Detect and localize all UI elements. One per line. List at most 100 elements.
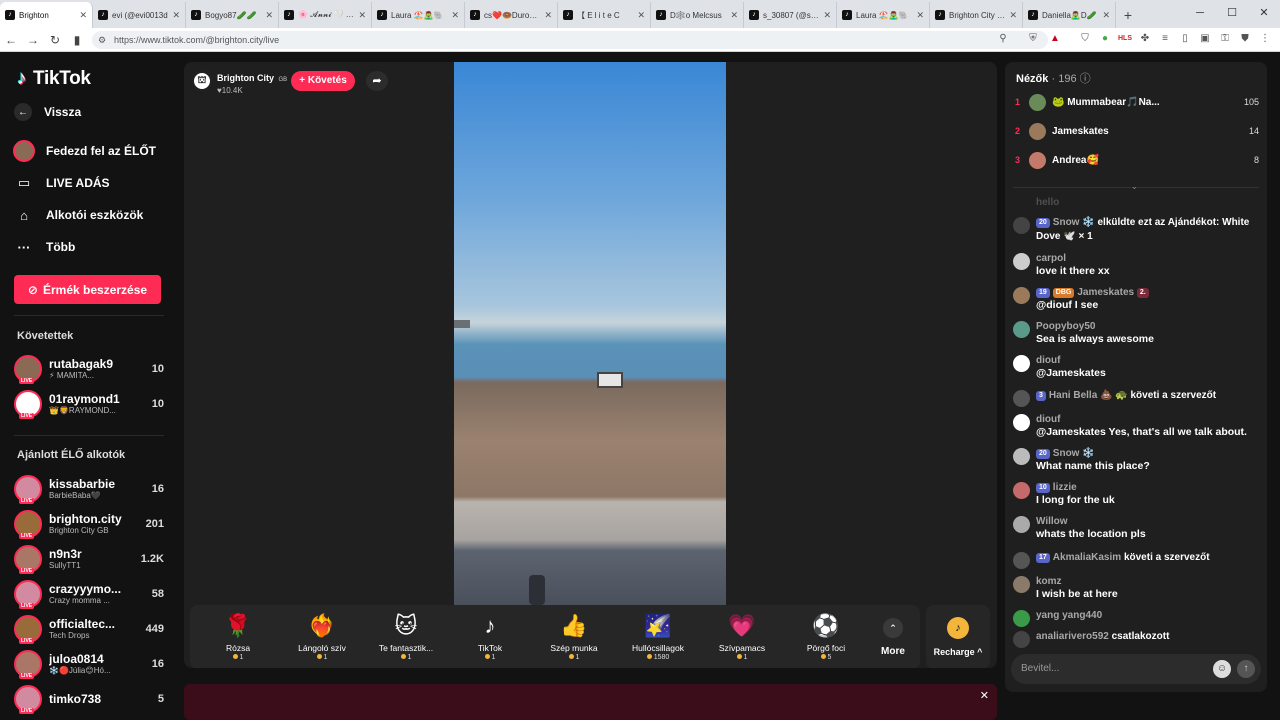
avatar[interactable] <box>1013 287 1030 304</box>
avatar[interactable] <box>1013 253 1030 270</box>
top-viewer-row[interactable]: 3 Andrea🥰 8 <box>1015 151 1259 169</box>
sidebar-account[interactable]: LIVE n9n3r SullyTT1 1.2K <box>14 543 164 575</box>
gift-item[interactable]: 🌠 Hullócsillagok 1580 <box>616 608 700 666</box>
sidebar-account[interactable]: LIVE juloa0814 ❄️🔴Júlia😊Hó... 16 <box>14 648 164 680</box>
chat-username[interactable]: lizzie <box>1053 482 1077 493</box>
extension-color-icon[interactable]: ● <box>1098 32 1112 46</box>
chat-username[interactable]: Hani Bella 💩 🐢 <box>1049 390 1128 401</box>
browser-tab[interactable]: ♪ Daniella🧟‍♂️D🥒 ✕ <box>1023 2 1116 28</box>
avatar[interactable] <box>1013 610 1030 627</box>
close-tab-icon[interactable]: ✕ <box>544 10 552 21</box>
chat-input[interactable]: Bevitel... ☺ ↑ <box>1011 654 1261 684</box>
close-tab-icon[interactable]: ✕ <box>79 10 87 21</box>
menu-icon[interactable]: ⋮ <box>1258 32 1272 46</box>
chat-username[interactable]: diouf <box>1036 355 1060 366</box>
hls-extension-icon[interactable]: HLS <box>1118 32 1132 46</box>
sidebar-account[interactable]: LIVE brighton.city Brighton City GB 201 <box>14 508 164 540</box>
sidebar-toggle-icon[interactable]: ▯ <box>1178 32 1192 46</box>
back-button[interactable]: ← Vissza <box>14 98 81 126</box>
browser-tab[interactable]: ♪ Brighton City oa ✕ <box>930 2 1023 28</box>
close-window-button[interactable]: ✕ <box>1248 0 1280 26</box>
chat-username[interactable]: Poopyboy50 <box>1036 321 1095 332</box>
gift-item[interactable]: ⚽ Pörgő foci 5 <box>784 608 868 666</box>
minimize-button[interactable]: ─ <box>1184 0 1216 26</box>
tiktok-logo[interactable]: ♪ TikTok <box>17 68 91 90</box>
avatar[interactable] <box>1013 448 1030 465</box>
chat-username[interactable]: diouf <box>1036 414 1060 425</box>
chat-username[interactable]: analiarivero592 <box>1036 631 1109 642</box>
get-coins-button[interactable]: ⊘ Érmék beszerzése <box>14 275 161 304</box>
zoom-icon[interactable]: ⚲ <box>996 32 1010 46</box>
nav-live[interactable]: ▭ LIVE ADÁS <box>14 169 110 197</box>
browser-tab[interactable]: ♪ Laura 🏖️🧟‍♂️🐘 ✕ <box>372 2 465 28</box>
info-icon[interactable]: ⓘ <box>1080 73 1091 85</box>
gift-item[interactable]: 🌹 Rózsa 1 <box>196 608 280 666</box>
bookmark-icon[interactable]: ▮ <box>66 33 88 47</box>
maximize-button[interactable]: ☐ <box>1216 0 1248 26</box>
chat-username[interactable]: AkmaliaKasim <box>1053 552 1121 563</box>
close-icon[interactable]: ✕ <box>980 689 989 702</box>
close-tab-icon[interactable]: ✕ <box>823 10 831 21</box>
forward-nav-icon[interactable]: → <box>22 33 44 47</box>
browser-tab[interactable]: ♪ 🌸 𝓐𝓷𝓷𝓲 🤍 🌸 ✕ <box>279 2 372 28</box>
close-tab-icon[interactable]: ✕ <box>1102 10 1110 21</box>
shield-icon[interactable]: ⛊ <box>1238 32 1252 46</box>
chat-username[interactable]: Snow ❄️ <box>1053 448 1095 459</box>
browser-tab[interactable]: ♪ Brighton ✕ <box>0 2 93 28</box>
sidebar-account[interactable]: LIVE officialtec... Tech Drops 449 <box>14 613 164 645</box>
avatar[interactable] <box>1013 355 1030 372</box>
rewards-icon[interactable]: ▲ <box>1048 32 1062 46</box>
extensions-icon[interactable]: ✤ <box>1138 32 1152 46</box>
close-tab-icon[interactable]: ✕ <box>730 10 738 21</box>
chat-username[interactable]: carpol <box>1036 253 1066 264</box>
browser-tab[interactable]: ♪ Laura 🏖️🧟‍♂️🐘 ✕ <box>837 2 930 28</box>
follow-button[interactable]: + Követés <box>291 71 355 91</box>
close-tab-icon[interactable]: ✕ <box>172 10 180 21</box>
avatar[interactable] <box>1013 576 1030 593</box>
gift-item[interactable]: 🐱 Te fantasztik... 1 <box>364 608 448 666</box>
nav-creator-tools[interactable]: ⌂ Alkotói eszközök <box>14 201 143 229</box>
nav-explore-live[interactable]: Fedezd fel az ÉLŐT <box>13 137 156 165</box>
gift-item[interactable]: 👍 Szép munka 1 <box>532 608 616 666</box>
chat-username[interactable]: yang yang440 <box>1036 610 1102 621</box>
new-tab-button[interactable]: + <box>1116 2 1140 28</box>
brave-shield-icon[interactable]: ⛨ <box>1026 32 1040 46</box>
chat-username[interactable]: Willow <box>1036 516 1068 527</box>
vpn-icon[interactable]: ⚿ <box>1218 32 1232 46</box>
browser-tab[interactable]: ♪ 【 E l i t e C ✕ <box>558 2 651 28</box>
chat-username[interactable]: Jameskates <box>1077 287 1134 298</box>
streamer-info[interactable]: ⛫ Brighton City GB ♥10.4K <box>192 70 287 95</box>
sidebar-account[interactable]: LIVE kissabarbie BarbieBaba🖤 16 <box>14 473 164 505</box>
reload-icon[interactable]: ↻ <box>44 33 66 47</box>
url-field[interactable]: ⚙ https://www.tiktok.com/@brighton.city/l… <box>92 31 1048 49</box>
gift-item[interactable]: ❤️‍🔥 Lángoló szív 1 <box>280 608 364 666</box>
extension-shield-icon[interactable]: ⛉ <box>1078 32 1092 46</box>
gift-item[interactable]: ♪ TikTok 1 <box>448 608 532 666</box>
sidebar-account[interactable]: LIVE 01raymond1 👑🦁RAYMOND... 10 <box>14 388 164 420</box>
close-tab-icon[interactable]: ✕ <box>451 10 459 21</box>
emoji-icon[interactable]: ☺ <box>1213 660 1231 678</box>
browser-tab[interactable]: ♪ Bogyo87🥒🥒 ✕ <box>186 2 279 28</box>
share-icon[interactable]: ➦ <box>366 71 388 91</box>
top-viewer-row[interactable]: 1 🐸 Mummabear🎵Na... 105 <box>1015 93 1259 111</box>
chat-username[interactable]: komz <box>1036 576 1062 587</box>
close-tab-icon[interactable]: ✕ <box>358 10 366 21</box>
gift-item[interactable]: 💗 Szívpamacs 1 <box>700 608 784 666</box>
browser-tab[interactable]: ♪ D🕸️o Melcsus ✕ <box>651 2 744 28</box>
chevron-down-icon[interactable]: ⌄ <box>1131 182 1138 191</box>
avatar[interactable] <box>1013 482 1030 499</box>
top-viewer-row[interactable]: 2 Jameskates 14 <box>1015 122 1259 140</box>
avatar[interactable] <box>1013 516 1030 533</box>
recharge-button[interactable]: ♪ Recharge ^ <box>926 605 990 668</box>
browser-tab[interactable]: ♪ cs❤️🍩Duroka❤️ ✕ <box>465 2 558 28</box>
site-info-icon[interactable]: ⚙ <box>98 31 106 49</box>
browser-tab[interactable]: ♪ s_30807 (@s_30 ✕ <box>744 2 837 28</box>
live-video[interactable] <box>454 62 726 605</box>
wallet-icon[interactable]: ▣ <box>1198 32 1212 46</box>
playlist-icon[interactable]: ≡ <box>1158 32 1172 46</box>
avatar[interactable] <box>1013 414 1030 431</box>
send-icon[interactable]: ↑ <box>1237 660 1255 678</box>
close-tab-icon[interactable]: ✕ <box>1009 10 1017 21</box>
sidebar-account[interactable]: LIVE crazyyymo... Crazy momma ... 58 <box>14 578 164 610</box>
close-tab-icon[interactable]: ✕ <box>637 10 645 21</box>
